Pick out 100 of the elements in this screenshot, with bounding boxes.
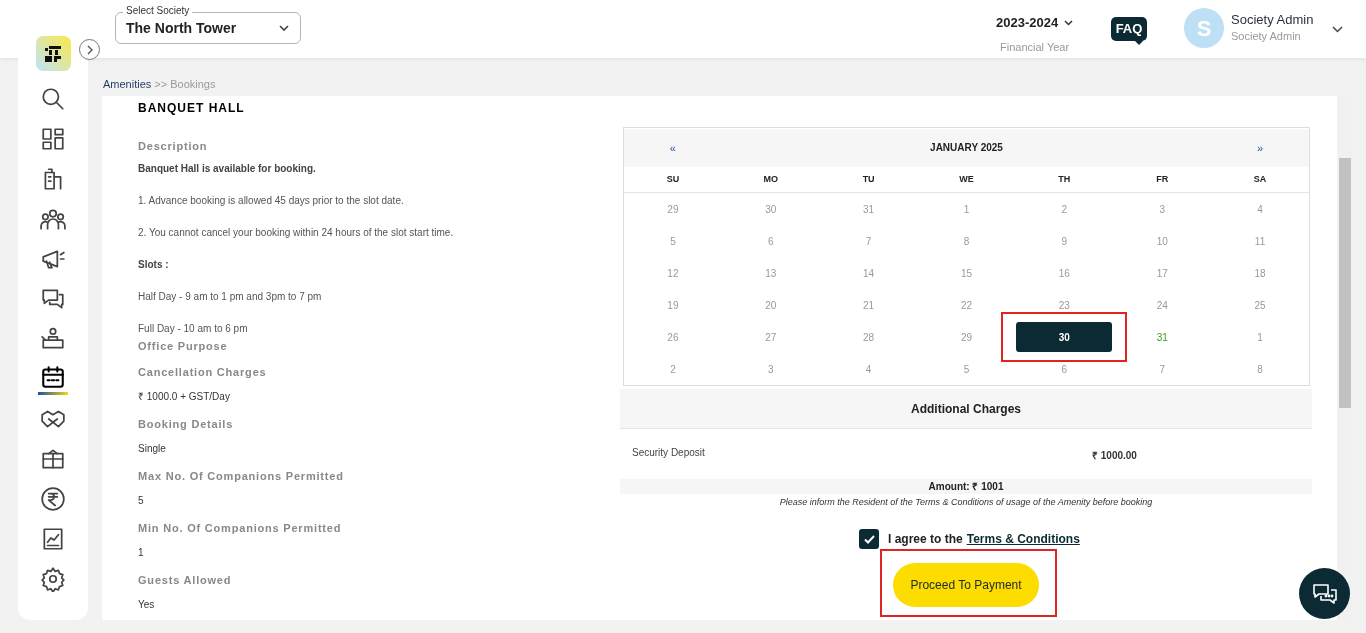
description-line: Half Day - 9 am to 1 pm and 3pm to 7 pm — [138, 290, 322, 304]
calendar-day[interactable]: 14 — [858, 266, 879, 280]
calendar-day[interactable]: 18 — [1250, 266, 1271, 280]
calendar-day[interactable]: 3 — [1152, 202, 1173, 216]
weekday-label: TU — [861, 173, 876, 187]
calendar-day[interactable]: 31 — [1152, 330, 1173, 344]
calendar-day[interactable]: 25 — [1250, 298, 1271, 312]
description-line: Slots : — [138, 258, 169, 272]
app-logo[interactable] — [35, 36, 71, 71]
calendar-day[interactable]: 16 — [1054, 266, 1075, 280]
section-heading: Description — [138, 139, 209, 154]
weekday-label: SU — [665, 173, 681, 187]
amenity-title: BANQUET HALL — [138, 100, 246, 117]
section-heading: Office Purpose — [138, 339, 229, 354]
proceed-button[interactable]: Proceed To Payment — [893, 563, 1039, 607]
calendar-day[interactable]: 12 — [662, 266, 683, 280]
checkmark-icon — [863, 534, 875, 544]
charges-heading: Additional Charges — [620, 389, 1312, 429]
calendar-day[interactable]: 17 — [1152, 266, 1173, 280]
calendar-day[interactable]: 30 — [760, 202, 781, 216]
calendar-day[interactable]: 28 — [858, 330, 879, 344]
calendar-day[interactable]: 27 — [760, 330, 781, 344]
user-name: Society Admin — [1231, 11, 1314, 29]
calendar-day[interactable]: 2 — [1054, 202, 1075, 216]
rupee-icon — [40, 486, 66, 512]
calendar-day[interactable]: 29 — [662, 202, 683, 216]
chat-bubbles-icon — [40, 286, 66, 312]
charge-amount: ₹ 1000.00 — [1092, 449, 1137, 463]
charge-name: Security Deposit — [631, 446, 706, 460]
calendar-day[interactable]: 4 — [1250, 202, 1271, 216]
calendar-day[interactable]: 5 — [662, 234, 683, 248]
section-heading: Guests Allowed — [138, 573, 233, 588]
calendar-day[interactable]: 15 — [956, 266, 977, 280]
terms-link[interactable]: Terms & Conditions — [966, 530, 1080, 548]
year-caption: Financial Year — [1000, 39, 1070, 55]
chevron-down-icon[interactable] — [1332, 26, 1343, 33]
section-heading: Booking Details — [138, 417, 235, 432]
chevron-down-icon — [1064, 19, 1074, 26]
description-line: Banquet Hall is available for booking. — [138, 162, 316, 176]
calendar-day[interactable]: 1 — [1250, 330, 1271, 344]
breadcrumb-link[interactable]: Amenities — [103, 76, 152, 93]
calendar-day[interactable]: 24 — [1152, 298, 1173, 312]
agree-checkbox[interactable] — [859, 529, 879, 549]
calendar-day[interactable]: 2 — [662, 362, 683, 376]
calendar-day[interactable]: 6 — [1054, 362, 1075, 376]
calendar-day[interactable]: 26 — [662, 330, 683, 344]
calendar-day[interactable]: 7 — [1152, 362, 1173, 376]
scrollbar-thumb[interactable] — [1339, 158, 1351, 408]
detail-value: ₹ 1000.0 + GST/Day — [138, 390, 231, 404]
weekday-label: MO — [762, 173, 779, 187]
description-line: Full Day - 10 am to 6 pm — [138, 322, 248, 336]
calendar-day[interactable]: 8 — [1250, 362, 1271, 376]
calendar-day[interactable]: 23 — [1054, 298, 1075, 312]
chevron-right-icon — [85, 44, 94, 55]
calendar-day[interactable]: 9 — [1054, 234, 1075, 248]
calendar-day[interactable]: 8 — [956, 234, 977, 248]
calendar-day[interactable]: 30 — [1016, 322, 1113, 352]
desk-person-icon — [40, 326, 66, 352]
previous-month-button[interactable]: « — [624, 129, 722, 167]
user-role: Society Admin — [1231, 29, 1301, 44]
section-heading: Max No. Of Companions Permitted — [138, 469, 345, 484]
calendar-day[interactable]: 7 — [858, 234, 879, 248]
calendar-day[interactable]: 5 — [956, 362, 977, 376]
year-dropdown[interactable]: 2023-2024 — [996, 13, 1074, 33]
calendar-day[interactable]: 22 — [956, 298, 977, 312]
calendar-day[interactable]: 6 — [760, 234, 781, 248]
field-label: Select Society — [123, 5, 193, 17]
dashboard-icon — [40, 126, 66, 152]
calendar-day[interactable]: 21 — [858, 298, 879, 312]
calendar-day[interactable]: 10 — [1152, 234, 1173, 248]
section-heading: Min No. Of Companions Permitted — [138, 521, 343, 536]
calendar-day[interactable]: 29 — [956, 330, 977, 344]
calendar-day[interactable]: 31 — [858, 202, 879, 216]
weekday-label: TH — [1057, 173, 1072, 187]
search-icon — [40, 86, 66, 112]
detail-value: Yes — [138, 598, 156, 612]
weekday-label: FR — [1155, 173, 1170, 187]
calendar-day[interactable]: 20 — [760, 298, 781, 312]
weekday-label: WE — [958, 173, 975, 187]
agree-label: I agree to the — [888, 531, 963, 548]
description-line: 2. You cannot cancel your booking within 24 hours of the slot start time. — [138, 226, 454, 240]
calendar-day[interactable]: 4 — [858, 362, 879, 376]
chart-icon — [40, 526, 66, 552]
calendar-day[interactable]: 11 — [1250, 234, 1271, 248]
weekday-label: SA — [1252, 173, 1268, 187]
calendar-day[interactable]: 3 — [760, 362, 781, 376]
detail-value: 1 — [138, 546, 145, 560]
calendar-day[interactable]: 19 — [662, 298, 683, 312]
breadcrumb-current: >> Bookings — [154, 77, 216, 92]
calendar-icon — [40, 363, 66, 390]
month-title: JANUARY 2025 — [721, 129, 1212, 167]
description-line: 1. Advance booking is allowed 45 days prior to the slot date. — [138, 194, 404, 208]
calendar-day[interactable]: 1 — [956, 202, 977, 216]
detail-value: Single — [138, 442, 167, 456]
next-month-button[interactable]: » — [1211, 129, 1309, 167]
active-indicator — [38, 391, 68, 395]
chevron-down-icon — [278, 24, 290, 32]
section-heading: Cancellation Charges — [138, 365, 268, 380]
calendar-day[interactable]: 13 — [760, 266, 781, 280]
detail-value: 5 — [138, 494, 145, 508]
